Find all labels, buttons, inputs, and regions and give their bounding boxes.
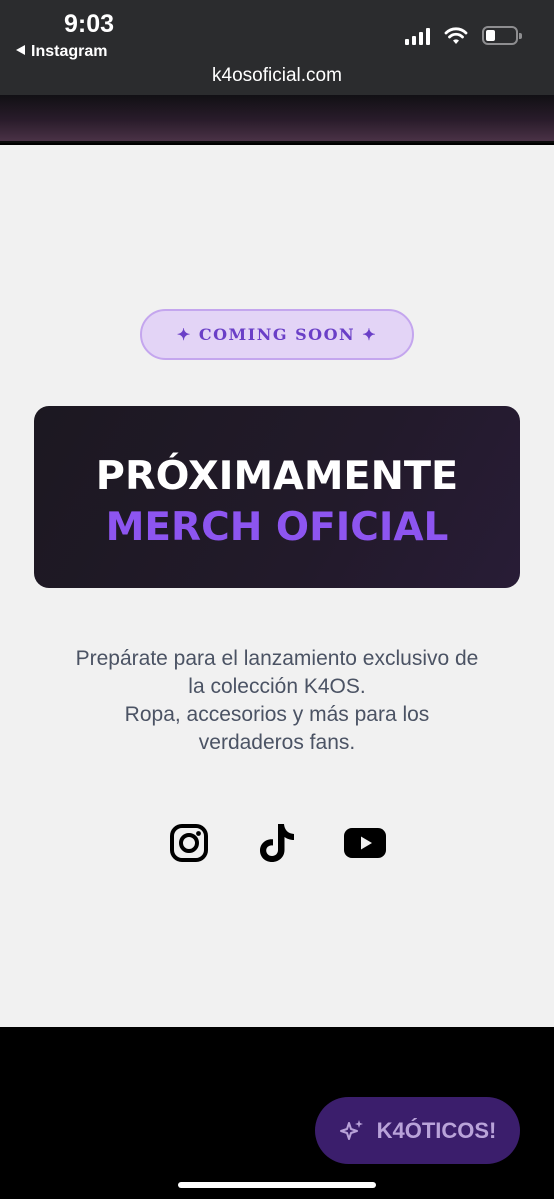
tiktok-icon — [260, 824, 294, 862]
youtube-link[interactable] — [343, 821, 387, 865]
main-content: ✦ COMING SOON ✦ PRÓXIMAMENTE MERCH OFICI… — [0, 145, 554, 1027]
wifi-icon — [444, 26, 468, 44]
home-indicator[interactable] — [178, 1182, 376, 1188]
description: Prepárate para el lanzamiento exclusivo … — [40, 645, 514, 757]
social-links — [0, 821, 554, 865]
k4oticos-button[interactable]: K4ÓTICOS! — [315, 1097, 520, 1164]
signal-icon — [405, 27, 430, 45]
youtube-icon — [344, 828, 386, 858]
hero-subtitle: MERCH OFICIAL — [105, 505, 449, 550]
sparkles-icon — [339, 1119, 363, 1140]
site-header — [0, 95, 554, 143]
back-to-app-link[interactable]: Instagram — [16, 43, 107, 61]
k4oticos-label: K4ÓTICOS! — [376, 1117, 497, 1143]
system-icons — [405, 26, 522, 45]
footer: K4ÓTICOS! — [0, 1027, 554, 1199]
hero-card: PRÓXIMAMENTE MERCH OFICIAL — [34, 406, 520, 588]
description-line: Prepárate para el lanzamiento exclusivo … — [75, 647, 479, 670]
coming-soon-badge: ✦ COMING SOON ✦ — [140, 309, 414, 360]
description-line: la colección K4OS. — [188, 675, 366, 698]
description-line: Ropa, accesorios y más para los — [124, 703, 430, 726]
hero-title: PRÓXIMAMENTE — [95, 454, 459, 499]
instagram-link[interactable] — [167, 821, 211, 865]
back-app-label: Instagram — [31, 43, 108, 60]
battery-icon — [482, 26, 522, 45]
instagram-icon — [170, 824, 208, 862]
status-time: 9:03 — [64, 10, 115, 38]
description-line: verdaderos fans. — [198, 731, 356, 754]
tiktok-link[interactable] — [255, 821, 299, 865]
ios-status-bar: 9:03 Instagram k4osoficial.com — [0, 0, 554, 95]
back-arrow-icon — [16, 45, 25, 55]
url-label[interactable]: k4osoficial.com — [0, 65, 554, 87]
